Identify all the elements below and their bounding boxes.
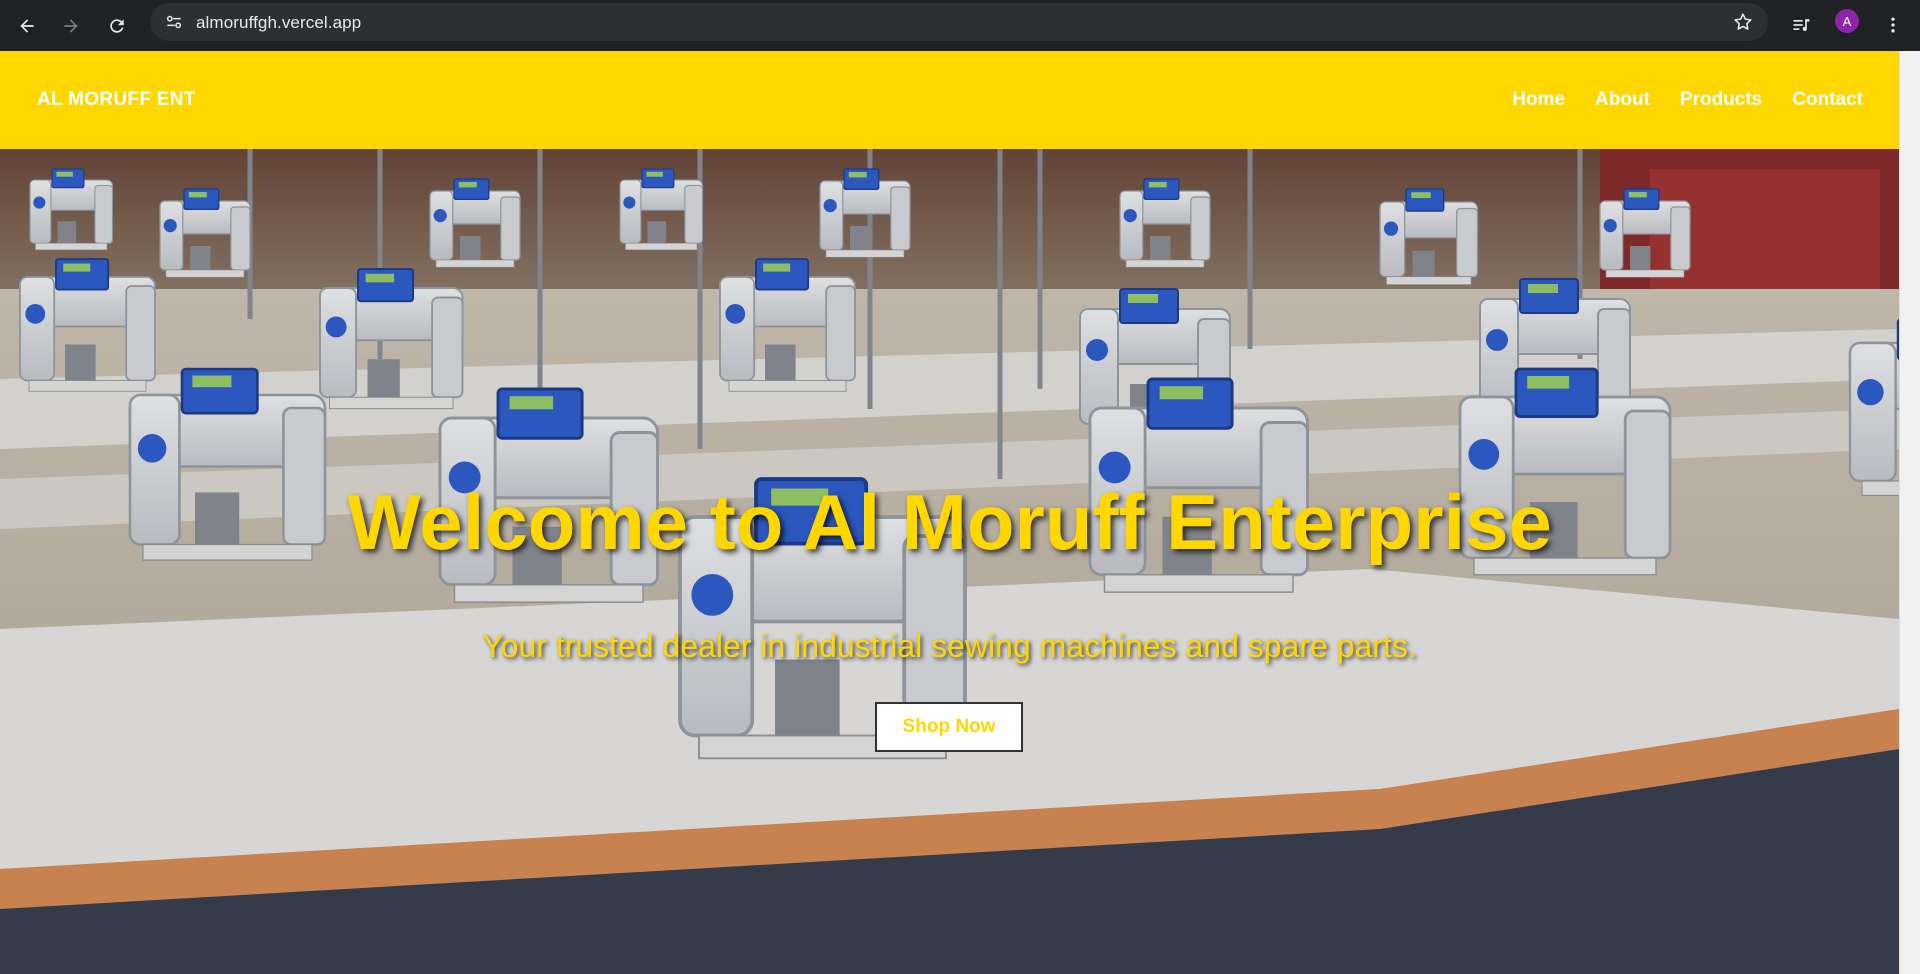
site-info-button[interactable]	[160, 8, 188, 36]
browser-toolbar: almoruffgh.vercel.app A	[0, 0, 1920, 51]
forward-icon	[64, 19, 78, 33]
nav-link-contact[interactable]: Contact	[1792, 89, 1863, 111]
hero-section: Welcome to Al Moruff Enterprise Your tru…	[0, 149, 1899, 974]
media-queue-button[interactable]	[1784, 8, 1818, 42]
star-icon	[1734, 13, 1752, 30]
page-viewport: AL MORUFF ENT Home About Products Contac…	[0, 51, 1899, 974]
address-bar[interactable]: almoruffgh.vercel.app	[150, 3, 1768, 41]
forward-button[interactable]	[53, 8, 89, 44]
reload-icon	[110, 19, 124, 33]
url-text[interactable]: almoruffgh.vercel.app	[196, 13, 361, 33]
brand-logo[interactable]: AL MORUFF ENT	[37, 89, 196, 111]
hero-title: Welcome to Al Moruff Enterprise	[347, 478, 1552, 566]
main-nav: Home About Products Contact	[1512, 89, 1863, 111]
back-button[interactable]	[9, 8, 45, 44]
nav-link-products[interactable]: Products	[1680, 89, 1762, 111]
hero-subtitle: Your trusted dealer in industrial sewing…	[482, 628, 1417, 664]
menu-button[interactable]	[1876, 8, 1910, 42]
media-queue-icon	[1793, 19, 1810, 32]
nav-link-home[interactable]: Home	[1512, 89, 1565, 111]
more-icon	[1891, 17, 1895, 33]
reload-button[interactable]	[99, 8, 135, 44]
back-icon	[20, 19, 34, 33]
page-scrollbar[interactable]	[1899, 51, 1920, 974]
profile-avatar[interactable]: A	[1835, 9, 1859, 33]
shop-now-button[interactable]: Shop Now	[875, 702, 1023, 752]
site-navbar: AL MORUFF ENT Home About Products Contac…	[0, 51, 1899, 149]
site-info-icon	[166, 15, 182, 29]
nav-link-about[interactable]: About	[1595, 89, 1650, 111]
bookmark-button[interactable]	[1732, 11, 1754, 33]
